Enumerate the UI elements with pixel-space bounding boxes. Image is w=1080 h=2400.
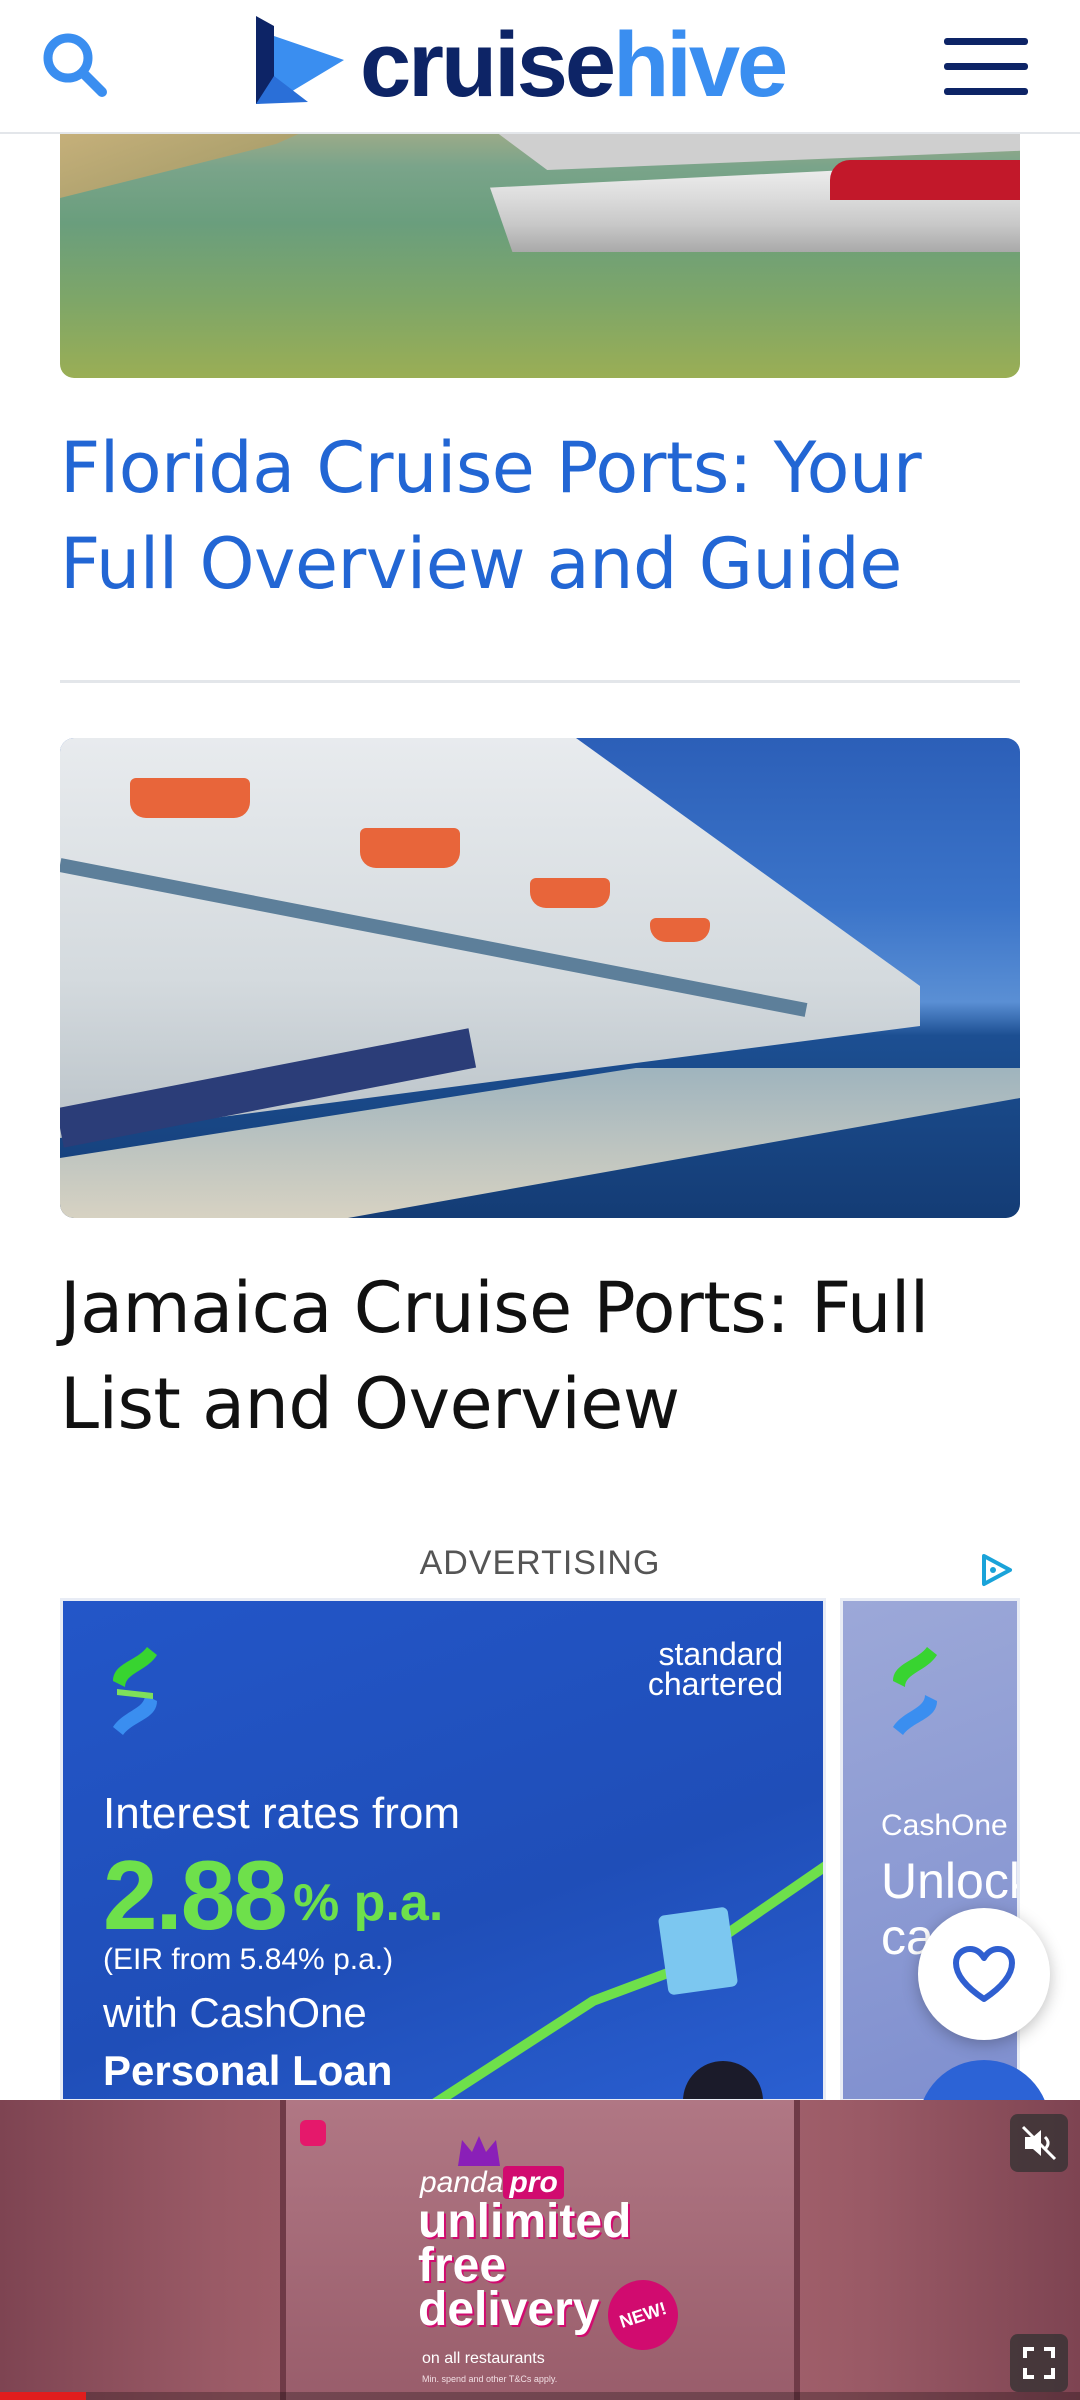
standard-chartered-logo-icon: [113, 1647, 157, 1735]
ad-rate: 2.88: [103, 1840, 288, 1950]
search-icon: [43, 33, 107, 97]
video-progress-fill: [0, 2392, 87, 2400]
advertising-label: ADVERTISING: [419, 1544, 661, 1582]
video-ad-headline-line-2: free: [418, 2239, 507, 2292]
site-header: cruisehive: [0, 0, 1080, 134]
article-title-jamaica[interactable]: Jamaica Cruise Ports: Full List and Over…: [60, 1260, 1020, 1452]
video-ad-headline-line-3: delivery: [418, 2283, 600, 2336]
logo-text-hive: hive: [613, 14, 788, 116]
article-divider: [60, 680, 1020, 683]
fullscreen-button[interactable]: [1010, 2334, 1068, 2392]
heart-icon: [953, 1946, 1015, 2002]
ad-line-1: Interest rates from: [103, 1789, 461, 1838]
ad-graph-line: [432, 1861, 823, 2099]
ad-card-main[interactable]: standard chartered Interest rates from 2…: [60, 1598, 826, 2102]
ad-eir: (EIR from 5.84% p.a.): [103, 1943, 394, 1976]
video-ad-subtext: on all restaurants: [422, 2350, 545, 2367]
ad-brand: standard chartered: [647, 1636, 783, 1702]
article-image-florida[interactable]: [60, 120, 1020, 378]
mute-button[interactable]: [1010, 2114, 1068, 2172]
logo-wordmark: cruisehive: [360, 10, 788, 120]
ad-line-2: with CashOne: [103, 1989, 367, 2036]
ad-line-3: Personal Loan: [103, 2047, 393, 2094]
site-logo[interactable]: cruisehive: [252, 14, 832, 116]
foodpanda-badge-icon: [300, 2120, 326, 2146]
speaker-muted-icon: [1021, 2125, 1057, 2161]
logo-text-cruise: cruise: [360, 14, 616, 116]
video-ad-headline: unlimited free delivery: [418, 2195, 632, 2336]
video-progress-bar[interactable]: [0, 2392, 1080, 2400]
ad-rate-unit: % p.a.: [293, 1874, 444, 1932]
ad-side-label: CashOne: [881, 1809, 1008, 1842]
article-title-florida[interactable]: Florida Cruise Ports: Your Full Overview…: [60, 420, 1020, 612]
fullscreen-icon: [1023, 2347, 1055, 2379]
search-button[interactable]: [36, 26, 116, 106]
crown-icon: [458, 2136, 500, 2166]
video-ad-fine-print: Min. spend and other T&Cs apply.: [422, 2374, 558, 2384]
video-ad-headline-line-1: unlimited: [418, 2195, 632, 2248]
hamburger-menu-icon: [944, 38, 1028, 95]
adchoices-icon[interactable]: [978, 1552, 1014, 1588]
menu-button[interactable]: [944, 38, 1028, 98]
standard-chartered-logo-icon: [893, 1647, 937, 1735]
cruisehive-logo-mark: [256, 16, 344, 104]
article-image-jamaica[interactable]: [60, 738, 1020, 1218]
video-ad-banner[interactable]: panda pro unlimited free delivery NEW! on…: [0, 2100, 1080, 2400]
favorite-button[interactable]: [918, 1908, 1050, 2040]
